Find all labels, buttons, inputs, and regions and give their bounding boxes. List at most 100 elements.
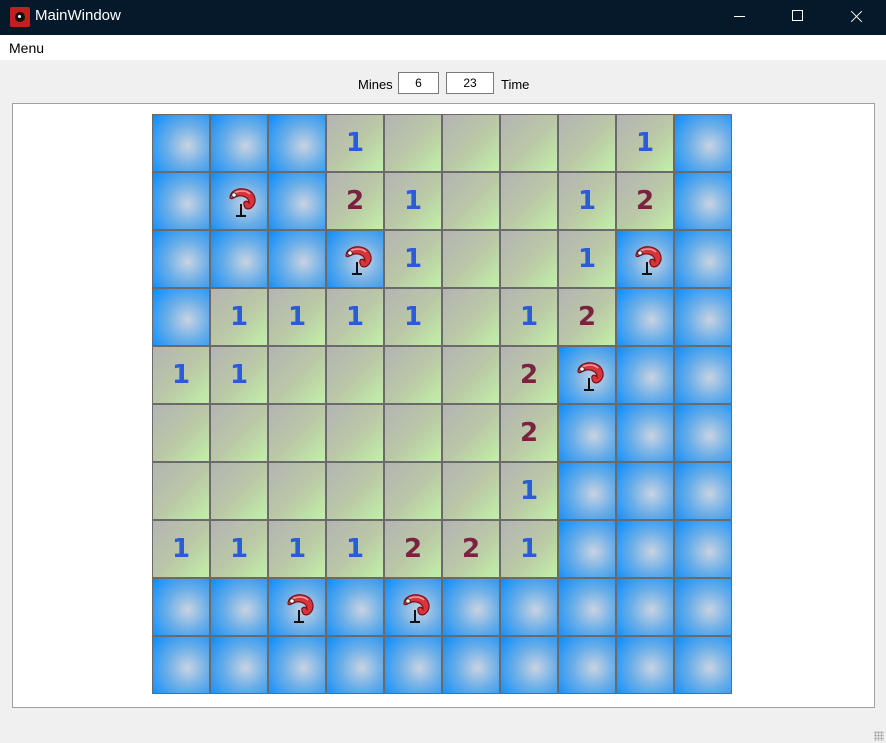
cell-hidden[interactable] xyxy=(674,520,732,578)
cell-hidden[interactable] xyxy=(210,230,268,288)
cell-empty[interactable] xyxy=(326,346,384,404)
cell-hidden[interactable] xyxy=(152,636,210,694)
cell-number[interactable]: 1 xyxy=(210,346,268,404)
cell-empty[interactable] xyxy=(152,404,210,462)
cell-empty[interactable] xyxy=(268,346,326,404)
cell-hidden[interactable] xyxy=(210,636,268,694)
cell-number[interactable]: 1 xyxy=(326,288,384,346)
cell-number[interactable]: 1 xyxy=(616,114,674,172)
cell-hidden[interactable] xyxy=(616,404,674,462)
minimize-button[interactable] xyxy=(711,0,769,35)
cell-hidden[interactable] xyxy=(268,172,326,230)
cell-hidden[interactable] xyxy=(384,636,442,694)
cell-hidden[interactable] xyxy=(500,636,558,694)
cell-hidden[interactable] xyxy=(210,114,268,172)
cell-number[interactable]: 2 xyxy=(442,520,500,578)
cell-hidden[interactable] xyxy=(268,114,326,172)
cell-empty[interactable] xyxy=(384,346,442,404)
cell-number[interactable]: 2 xyxy=(384,520,442,578)
cell-hidden[interactable] xyxy=(268,636,326,694)
cell-hidden[interactable] xyxy=(674,404,732,462)
cell-number[interactable]: 1 xyxy=(268,520,326,578)
cell-empty[interactable] xyxy=(384,462,442,520)
cell-number[interactable]: 1 xyxy=(210,520,268,578)
cell-hidden[interactable] xyxy=(268,230,326,288)
close-button[interactable] xyxy=(827,0,885,35)
cell-number[interactable]: 1 xyxy=(210,288,268,346)
cell-number[interactable]: 1 xyxy=(384,172,442,230)
cell-hidden[interactable] xyxy=(674,230,732,288)
cell-number[interactable]: 1 xyxy=(500,520,558,578)
cell-hidden[interactable] xyxy=(674,346,732,404)
cell-hidden[interactable] xyxy=(152,288,210,346)
maximize-button[interactable] xyxy=(769,0,827,35)
cell-hidden[interactable] xyxy=(558,636,616,694)
cell-hidden[interactable] xyxy=(674,578,732,636)
cell-number[interactable]: 1 xyxy=(268,288,326,346)
cell-flagged[interactable] xyxy=(384,578,442,636)
cell-hidden[interactable] xyxy=(210,578,268,636)
cell-hidden[interactable] xyxy=(674,114,732,172)
cell-hidden[interactable] xyxy=(616,462,674,520)
cell-number[interactable]: 1 xyxy=(326,114,384,172)
cell-number[interactable]: 2 xyxy=(326,172,384,230)
cell-hidden[interactable] xyxy=(152,172,210,230)
cell-empty[interactable] xyxy=(442,288,500,346)
cell-number[interactable]: 1 xyxy=(500,462,558,520)
cell-empty[interactable] xyxy=(268,404,326,462)
cell-hidden[interactable] xyxy=(674,288,732,346)
cell-hidden[interactable] xyxy=(500,578,558,636)
cell-hidden[interactable] xyxy=(558,520,616,578)
cell-number[interactable]: 2 xyxy=(500,404,558,462)
cell-hidden[interactable] xyxy=(616,520,674,578)
cell-number[interactable]: 1 xyxy=(558,172,616,230)
cell-hidden[interactable] xyxy=(616,346,674,404)
cell-number[interactable]: 1 xyxy=(152,346,210,404)
cell-hidden[interactable] xyxy=(442,578,500,636)
cell-hidden[interactable] xyxy=(558,404,616,462)
cell-hidden[interactable] xyxy=(152,230,210,288)
cell-hidden[interactable] xyxy=(674,172,732,230)
cell-empty[interactable] xyxy=(384,404,442,462)
cell-hidden[interactable] xyxy=(558,578,616,636)
resize-grip-icon[interactable] xyxy=(874,731,884,741)
cell-flagged[interactable] xyxy=(616,230,674,288)
cell-empty[interactable] xyxy=(210,462,268,520)
cell-hidden[interactable] xyxy=(558,462,616,520)
cell-hidden[interactable] xyxy=(616,288,674,346)
cell-hidden[interactable] xyxy=(616,578,674,636)
cell-hidden[interactable] xyxy=(152,114,210,172)
cell-hidden[interactable] xyxy=(674,462,732,520)
cell-empty[interactable] xyxy=(268,462,326,520)
cell-empty[interactable] xyxy=(442,172,500,230)
cell-number[interactable]: 1 xyxy=(500,288,558,346)
cell-empty[interactable] xyxy=(558,114,616,172)
cell-number[interactable]: 1 xyxy=(384,230,442,288)
cell-hidden[interactable] xyxy=(442,636,500,694)
cell-empty[interactable] xyxy=(442,346,500,404)
cell-flagged[interactable] xyxy=(210,172,268,230)
cell-hidden[interactable] xyxy=(152,578,210,636)
cell-hidden[interactable] xyxy=(616,636,674,694)
cell-number[interactable]: 2 xyxy=(500,346,558,404)
cell-empty[interactable] xyxy=(500,114,558,172)
cell-empty[interactable] xyxy=(442,462,500,520)
cell-number[interactable]: 1 xyxy=(558,230,616,288)
cell-flagged[interactable] xyxy=(268,578,326,636)
cell-empty[interactable] xyxy=(384,114,442,172)
cell-empty[interactable] xyxy=(326,404,384,462)
cell-number[interactable]: 1 xyxy=(384,288,442,346)
cell-empty[interactable] xyxy=(152,462,210,520)
cell-hidden[interactable] xyxy=(674,636,732,694)
cell-empty[interactable] xyxy=(442,114,500,172)
cell-empty[interactable] xyxy=(500,172,558,230)
cell-flagged[interactable] xyxy=(558,346,616,404)
cell-number[interactable]: 1 xyxy=(152,520,210,578)
menu-item-menu[interactable]: Menu xyxy=(9,40,44,56)
cell-empty[interactable] xyxy=(442,230,500,288)
cell-hidden[interactable] xyxy=(326,578,384,636)
cell-empty[interactable] xyxy=(500,230,558,288)
cell-empty[interactable] xyxy=(442,404,500,462)
cell-number[interactable]: 1 xyxy=(326,520,384,578)
cell-empty[interactable] xyxy=(210,404,268,462)
